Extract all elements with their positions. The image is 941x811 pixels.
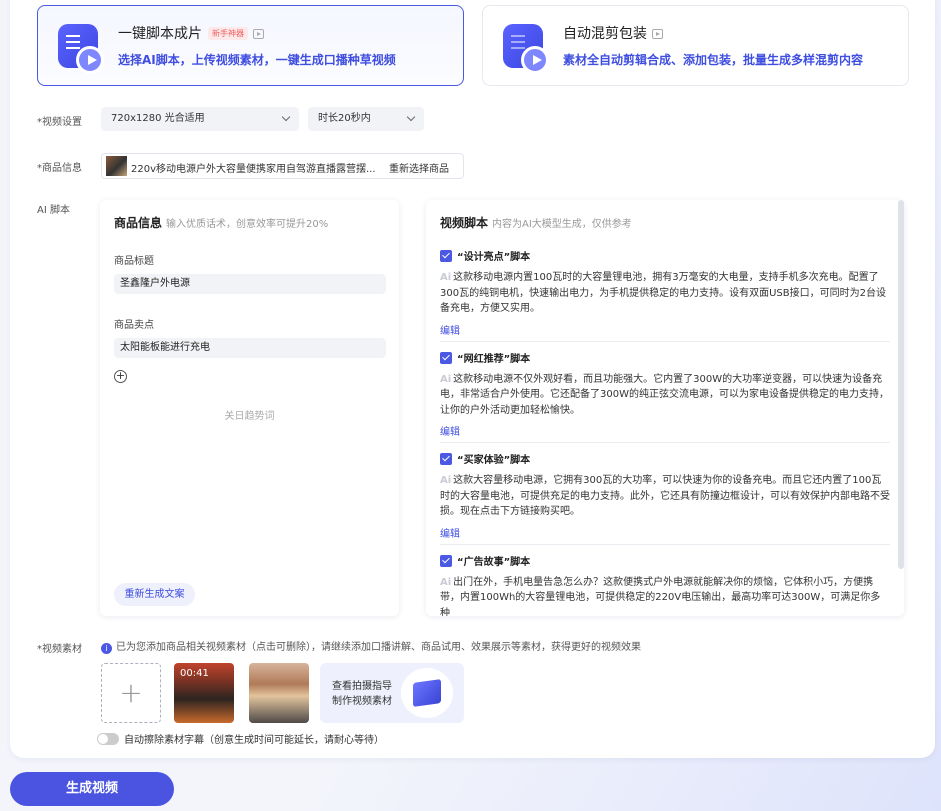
ai-tag: Ai	[440, 576, 452, 588]
auto-erase-subtitle-row: 自动擦除素材字幕（创意生成时间可能延长，请耐心等待）	[97, 731, 384, 746]
edit-link[interactable]: 编辑	[440, 322, 890, 337]
script-list[interactable]: “设计亮点”脚本 Ai 这款移动电源内置100瓦时的大容量锂电池，拥有3万毫安的大…	[426, 240, 904, 616]
video-duration: 00:41	[180, 668, 209, 679]
add-selling-point-icon[interactable]: +	[114, 370, 127, 383]
product-selector[interactable]: 220v移动电源户外大容量便携家用自驾游直播露营摆... 重新选择商品	[101, 153, 464, 179]
plus-icon: +	[119, 676, 143, 709]
selling-field-label: 商品卖点	[114, 320, 154, 331]
scrollbar[interactable]	[898, 200, 904, 569]
mode-card-mix[interactable]: 自动混剪包装 素材全自动剪辑合成、添加包装，批量生成多样混剪内容	[482, 5, 909, 86]
script-video-icon	[58, 24, 104, 74]
product-name: 220v移动电源户外大容量便携家用自驾游直播露营摆...	[131, 164, 376, 175]
ai-script-label: AI 脚本	[37, 205, 70, 216]
video-thumbnail[interactable]: 00:41	[174, 663, 234, 723]
mode-card-script[interactable]: 一键脚本成片 新手神器 选择AI脚本，上传视频素材，一键生成口播种草视频	[37, 5, 464, 86]
resolution-select[interactable]: 720x1280 光合适用	[101, 107, 299, 131]
chevron-down-icon	[406, 112, 416, 122]
camera-illustration-icon	[401, 668, 453, 718]
product-thumbnail	[106, 156, 127, 176]
selling-point-input[interactable]: 太阳能板能进行充电	[114, 338, 386, 358]
chevron-down-icon	[281, 112, 291, 122]
regenerate-copy-button[interactable]: 重新生成文案	[114, 583, 195, 606]
ai-tag: Ai	[440, 272, 452, 283]
play-icon[interactable]	[652, 29, 663, 39]
script-item: “设计亮点”脚本 Ai 这款移动电源内置100瓦时的大容量锂电池，拥有3万毫安的大…	[440, 240, 890, 342]
mode-subtitle: 选择AI脚本，上传视频素材，一键生成口播种草视频	[118, 53, 396, 67]
mode-title: 一键脚本成片 新手神器	[118, 23, 264, 43]
script-item: “网红推荐”脚本 Ai 这款移动电源不仅外观好看，而且功能强大。它内置了300W的…	[440, 342, 890, 443]
mix-edit-icon	[503, 24, 549, 74]
script-checkbox[interactable]	[440, 453, 452, 465]
settings-label: *视频设置	[37, 117, 82, 128]
script-checkbox[interactable]	[440, 351, 452, 364]
video-thumbnail[interactable]	[249, 663, 309, 723]
mode-subtitle: 素材全自动剪辑合成、添加包装，批量生成多样混剪内容	[563, 53, 864, 67]
play-icon[interactable]	[253, 29, 264, 39]
duration-select[interactable]: 时长20秒内	[308, 107, 424, 131]
generate-video-button[interactable]: 生成视频	[10, 772, 174, 806]
title-field-label: 商品标题	[114, 256, 154, 267]
ai-tag: Ai	[440, 475, 452, 486]
reselect-product-button[interactable]: 重新选择商品	[389, 160, 449, 175]
info-icon: i	[101, 643, 112, 654]
newbie-badge: 新手神器	[208, 27, 248, 40]
shooting-guide-card[interactable]: 查看拍摄指导 制作视频素材	[320, 663, 464, 723]
ai-tag: Ai	[440, 373, 452, 385]
script-item: “广告故事”脚本 Ai 出门在外，手机电量告急怎么办？这款便携式户外电源就能解决你…	[440, 554, 881, 616]
card-title: 视频脚本 内容为AI大模型生成，仅供参考	[440, 216, 632, 230]
script-checkbox[interactable]	[440, 554, 452, 567]
edit-link[interactable]: 编辑	[440, 423, 890, 438]
material-label: *视频素材	[37, 644, 82, 655]
product-label: *商品信息	[37, 163, 82, 174]
video-script-card: 视频脚本 内容为AI大模型生成，仅供参考 “设计亮点”脚本 Ai 这款移动电源内置1…	[426, 200, 904, 616]
script-checkbox[interactable]	[440, 250, 452, 262]
mode-title: 自动混剪包装	[563, 23, 663, 43]
card-title: 商品信息 输入优质话术，创意效率可提升20%	[114, 216, 329, 230]
auto-erase-toggle[interactable]	[97, 733, 119, 745]
add-material-button[interactable]: +	[101, 663, 161, 723]
edit-link[interactable]: 编辑	[440, 525, 890, 540]
script-item: “买家体验”脚本 Ai 这款大容量移动电源，它拥有300瓦的大功率，可以快速为你的…	[440, 443, 890, 545]
guide-text: 查看拍摄指导 制作视频素材	[332, 681, 392, 707]
product-title-input[interactable]: 圣鑫隆户外电源	[114, 274, 386, 294]
material-note: i 已为您添加商品相关视频素材（点击可删除），请继续添加口播讲解、商品试用、效果展…	[101, 638, 641, 654]
product-info-card: 商品信息 输入优质话术，创意效率可提升20% 商品标题 圣鑫隆户外电源 商品卖点 …	[100, 200, 399, 616]
keyword-link[interactable]: 关日趋势词	[100, 407, 399, 422]
